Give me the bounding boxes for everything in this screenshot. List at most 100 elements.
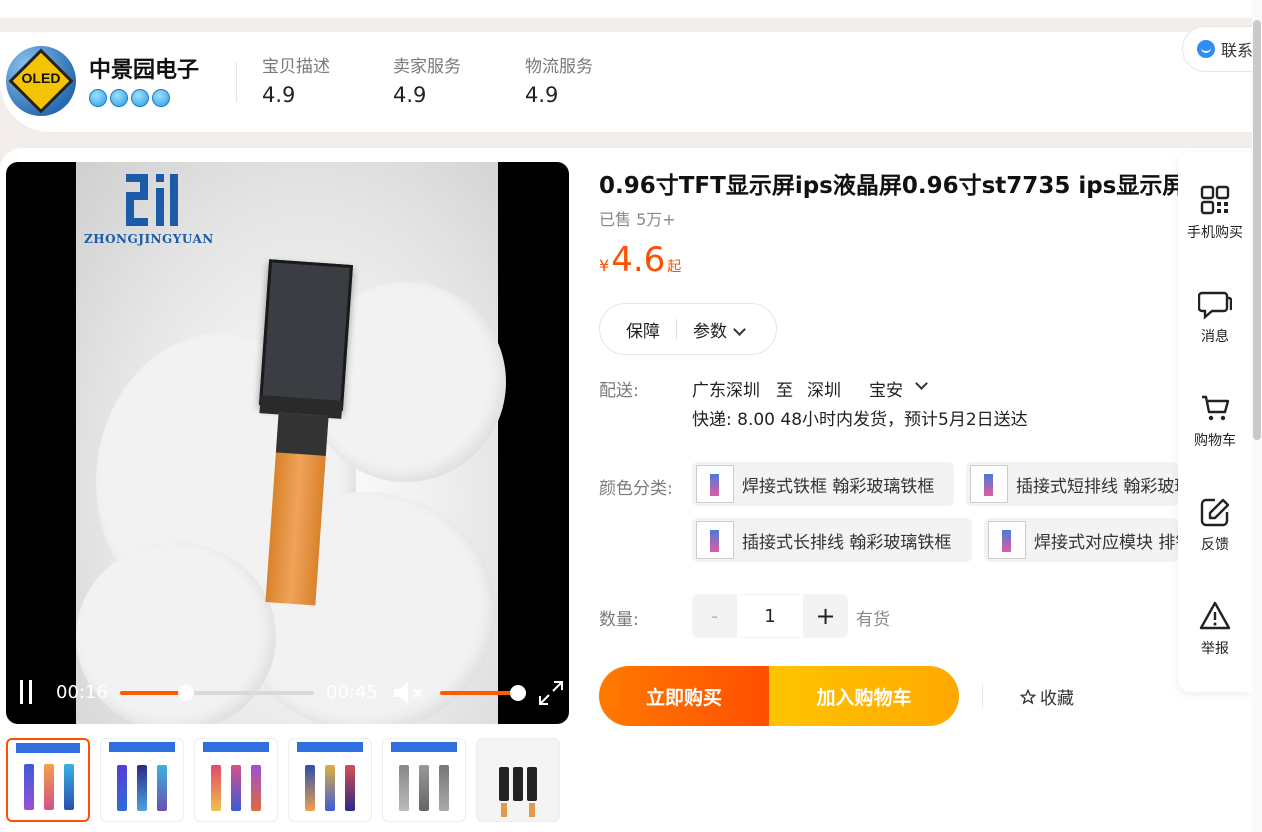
rating-label: 宝贝描述 [262,57,330,77]
product-video[interactable]: ZHONGJINGYUAN 00:16 00:45 [6,162,569,724]
thumb-screen [64,764,74,810]
product-title: 0.96寸TFT显示屏ips液晶屏0.96寸st7735 ips显示屏 [599,173,1186,199]
top-strip [0,0,1252,18]
thumb-screen [439,765,449,811]
thumb-header [391,742,457,752]
sku-label: 插接式长排线 翰彩玻璃铁框 [742,532,952,553]
thumbnail-4[interactable] [288,738,372,822]
logo-text: OLED [21,70,61,86]
contact-label: 联系 [1221,41,1254,60]
sku-label: 焊接式对应模块 排针 [1034,532,1178,553]
thumb-screen [137,765,147,811]
seek-handle[interactable] [177,685,194,701]
sidebar-mobile-buy[interactable]: 手机购买 [1178,184,1252,242]
total-time: 00:45 [326,682,378,703]
shop-crowns [89,89,170,107]
thumb-screen [527,767,537,801]
thumbnail-5[interactable] [382,738,466,822]
price-suffix: 起 [667,259,682,275]
quantity-increase-button[interactable]: + [803,594,848,638]
quantity-input[interactable]: 1 [740,594,800,638]
price-currency: ¥ [599,256,610,275]
rating-label: 卖家服务 [393,57,461,77]
thumb-screen [211,765,221,811]
quantity-decrease-button[interactable]: - [692,594,737,638]
sku-option[interactable]: 插接式短排线 翰彩玻璃铁框 [966,462,1178,506]
rating-service: 卖家服务 4.9 [393,52,461,107]
sku-image [970,465,1008,503]
rating-logistics: 物流服务 4.9 [525,52,593,107]
sidebar-report[interactable]: 举报 [1178,600,1252,658]
volume-slider[interactable] [440,685,526,701]
buy-now-button[interactable]: 立即购买 [599,666,769,726]
guarantee-params-pill: 保障 参数 [599,303,777,355]
sidebar-feedback[interactable]: 反馈 [1178,496,1252,554]
brand-logo-icon [126,174,178,226]
shipping-detail: 快递: 8.00 48小时内发货，预计5月2日送达 [692,410,1028,430]
params-label: 参数 [693,321,727,342]
sku-image [696,465,734,503]
seek-progress [120,691,186,695]
thumb-screen [231,765,241,811]
cart-icon [1202,395,1230,421]
rating-value: 4.9 [262,83,296,107]
rating-value: 4.9 [393,83,427,107]
fullscreen-icon[interactable] [538,680,564,706]
ship-from: 广东深圳 [692,381,760,401]
params-tab[interactable]: 参数 [693,317,746,342]
brand-text: ZHONGJINGYUAN [84,232,214,246]
page-scrollbar[interactable] [1252,0,1262,832]
sku-label: 插接式短排线 翰彩玻璃铁框 [1016,476,1178,497]
volume-handle[interactable] [510,685,526,701]
pause-icon[interactable] [20,680,36,704]
sidebar-label: 消息 [1201,329,1229,345]
thumb-screen [513,767,523,801]
rating-value: 4.9 [525,83,559,107]
scrollbar-thumb[interactable] [1253,20,1261,440]
mute-icon[interactable] [392,680,428,706]
ship-to-word: 至 [776,381,793,401]
shipping-label: 配送: [599,381,639,401]
star-icon [1020,688,1036,704]
thumbnail-1[interactable] [6,738,90,822]
crown-icon [110,89,128,107]
edit-icon [1200,498,1230,527]
shop-logo[interactable]: OLED [6,46,76,116]
sidebar-messages[interactable]: 消息 [1178,288,1252,346]
thumbnail-6[interactable] [476,738,560,822]
thumb-screen [305,765,315,811]
pill-divider [676,319,677,339]
sku-option[interactable]: 插接式长排线 翰彩玻璃铁框 [692,518,972,562]
chevron-down-icon [733,322,746,336]
chevron-down-icon [915,377,928,390]
sku-option[interactable]: 焊接式铁框 翰彩玻璃铁框 [692,462,954,506]
thumb-screen [399,765,409,811]
shipping-route[interactable]: 广东深圳 至 深圳 宝安 [692,376,928,401]
favorite-button[interactable]: 收藏 [1020,684,1074,709]
rating-description: 宝贝描述 4.9 [262,52,330,107]
thumbnail-2[interactable] [100,738,184,822]
warning-icon [1199,601,1231,630]
thumb-header [203,742,269,752]
thumb-header [109,742,175,752]
ship-to-city: 深圳 [807,381,841,401]
thumbnail-3[interactable] [194,738,278,822]
shop-name[interactable]: 中景园电子 [89,52,199,84]
sold-count: 已售 5万+ [599,210,676,229]
sku-image [696,521,734,559]
add-to-cart-button[interactable]: 加入购物车 [769,666,959,726]
thumb-screen [24,764,34,810]
sidebar-cart[interactable]: 购物车 [1178,392,1252,450]
stock-status: 有货 [856,610,890,630]
crown-icon [89,89,107,107]
thumb-screen [325,765,335,811]
thumb-screen [117,765,127,811]
seek-bar[interactable] [120,685,314,701]
guarantee-tab[interactable]: 保障 [626,317,660,342]
favorite-label: 收藏 [1040,689,1074,709]
sku-label: 焊接式铁框 翰彩玻璃铁框 [742,476,935,497]
crown-icon [131,89,149,107]
sku-option[interactable]: 焊接式对应模块 排针 [984,518,1178,562]
contact-button[interactable]: 联系 [1182,26,1262,72]
volume-level [440,691,518,695]
